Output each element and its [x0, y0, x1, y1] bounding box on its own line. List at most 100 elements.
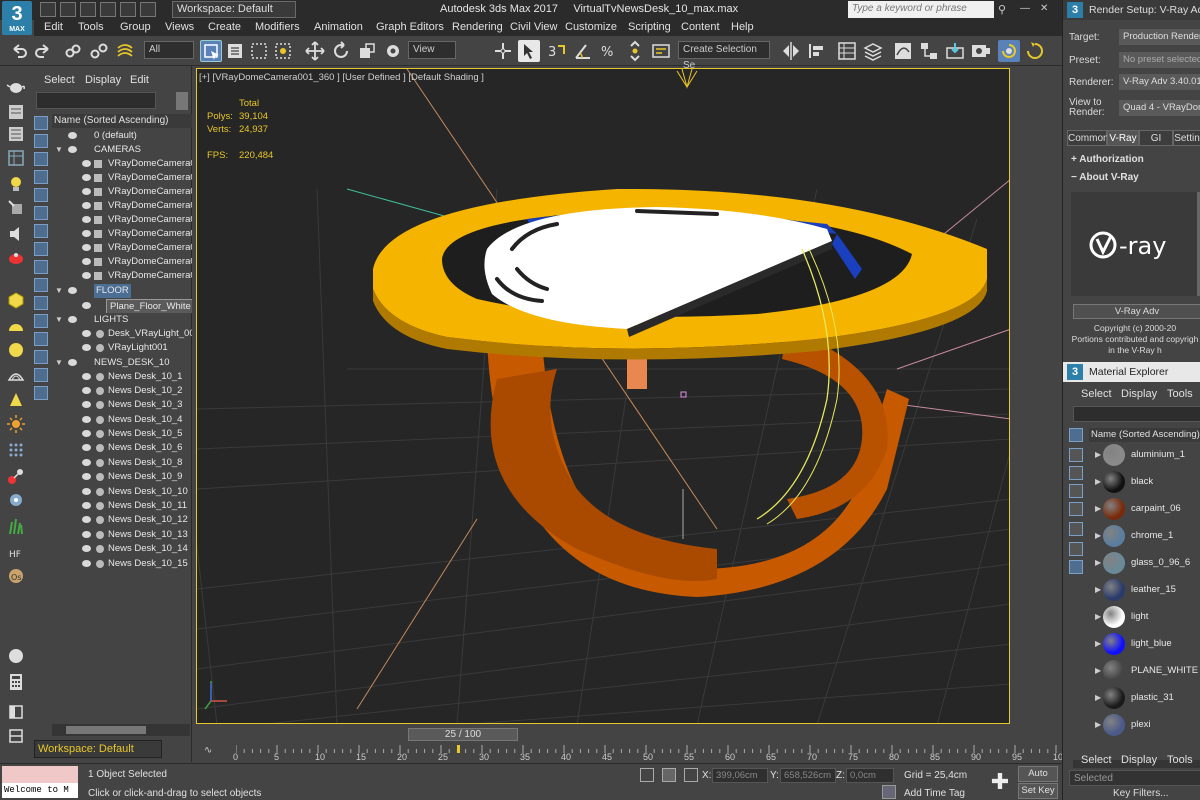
renderer-dropdown[interactable]: V-Ray Adv 3.40.01: [1119, 74, 1200, 90]
tree-row-light[interactable]: VRayLight001: [52, 341, 192, 355]
material-row[interactable]: ▶ plastic_31: [1093, 685, 1200, 711]
scene-explorer-display-menu[interactable]: Display: [85, 74, 121, 86]
menu-animation[interactable]: Animation: [314, 21, 363, 33]
key-filters-button[interactable]: Key Filters...: [1069, 788, 1200, 800]
undo-title-icon[interactable]: [100, 2, 116, 17]
reference-coordinate-dropdown[interactable]: View: [408, 41, 456, 59]
material-row[interactable]: ▶ aluminium_1: [1093, 442, 1200, 468]
tree-row-mesh[interactable]: News Desk_10_8: [52, 456, 192, 470]
maxscript-output[interactable]: Welcome to M: [2, 783, 78, 798]
selection-filter-dropdown[interactable]: All: [144, 41, 194, 59]
tree-row-camera[interactable]: VRayDomeCamera00: [52, 213, 192, 227]
search-input[interactable]: Type a keyword or phrase: [848, 1, 994, 18]
menu-civil-view[interactable]: Civil View: [510, 21, 557, 33]
project-folder-icon[interactable]: [140, 2, 156, 17]
tree-row-mesh[interactable]: News Desk_10_13: [52, 528, 192, 542]
scene-explorer-horizontal-scrollbar[interactable]: [52, 724, 190, 736]
minimize-icon[interactable]: —: [1020, 3, 1030, 14]
tab-common[interactable]: Common: [1067, 130, 1109, 146]
filter-space-warps-icon[interactable]: [34, 206, 48, 220]
x-coordinate-field[interactable]: 399,06cm: [712, 768, 768, 783]
authorization-rollout[interactable]: + Authorization: [1071, 154, 1144, 165]
hair-fur-icon[interactable]: HF: [6, 542, 26, 562]
sphere-icon[interactable]: [6, 340, 26, 360]
material-select-menu[interactable]: Select: [1081, 388, 1112, 400]
grid-dots-icon[interactable]: [6, 440, 26, 460]
scale-icon[interactable]: [356, 40, 378, 62]
display-panel-icon[interactable]: [6, 102, 26, 122]
tree-row-mesh[interactable]: News Desk_10_9: [52, 470, 192, 484]
window-crossing-icon[interactable]: [272, 40, 294, 62]
tree-row-mesh[interactable]: News Desk_10_1: [52, 370, 192, 384]
rotate-icon[interactable]: [330, 40, 352, 62]
spinner-snap-icon[interactable]: [624, 40, 646, 62]
named-selection-dropdown[interactable]: Create Selection Se: [678, 41, 770, 71]
select-object-icon[interactable]: [200, 40, 222, 62]
tree-row-mesh[interactable]: News Desk_10_5: [52, 427, 192, 441]
workspace-dropdown[interactable]: Workspace: Default: [172, 1, 296, 18]
add-time-tag-button[interactable]: Add Time Tag: [904, 788, 965, 799]
material-filter-objects-icon[interactable]: [1069, 502, 1083, 516]
tree-row-lights[interactable]: ▼ LIGHTS: [52, 313, 192, 327]
filter-frozen-icon[interactable]: [34, 296, 48, 310]
isolate-selection-icon[interactable]: [662, 768, 676, 782]
filter-groups-icon[interactable]: [34, 224, 48, 238]
filter-bones-icon[interactable]: [34, 260, 48, 274]
toggle-panel-icon[interactable]: [6, 702, 26, 722]
lock-selection-icon[interactable]: [640, 768, 654, 782]
material-row[interactable]: ▶ PLANE_WHITE: [1093, 658, 1200, 684]
angle-snap-icon[interactable]: [572, 40, 594, 62]
cone-icon[interactable]: [6, 390, 26, 410]
expand-arrow-icon[interactable]: ▶: [1095, 450, 1101, 459]
tree-row-camera[interactable]: VRayDomeCamera00: [52, 227, 192, 241]
tree-row-mesh[interactable]: News Desk_10_11: [52, 499, 192, 513]
material-row[interactable]: ▶ leather_15: [1093, 577, 1200, 603]
maxscript-listener[interactable]: [2, 766, 78, 783]
tree-row-camera[interactable]: VRayDomeCamera00: [52, 171, 192, 185]
scene-explorer-search-input[interactable]: [36, 92, 156, 109]
tree-row-mesh[interactable]: News Desk_10_4: [52, 413, 192, 427]
curve-editor-icon[interactable]: [892, 40, 914, 62]
select-by-name-icon[interactable]: [224, 40, 246, 62]
helpers-icon[interactable]: [6, 198, 26, 218]
tree-row-camera[interactable]: VRayDomeCamera00: [52, 241, 192, 255]
menu-tools[interactable]: Tools: [78, 21, 104, 33]
box-icon[interactable]: [6, 290, 26, 310]
save-file-icon[interactable]: [80, 2, 96, 17]
workspace-bottom-dropdown[interactable]: Workspace: Default: [34, 740, 162, 758]
filter-all-icon[interactable]: [34, 332, 48, 346]
material-bottom-tools-menu[interactable]: Tools: [1167, 754, 1193, 766]
material-list-header[interactable]: Name (Sorted Ascending): [1089, 428, 1200, 442]
viewport-label[interactable]: [+] [VRayDomeCamera001_360 ] [User Defin…: [199, 72, 484, 83]
toggle-scene-explorer-icon[interactable]: [836, 40, 858, 62]
tree-row-mesh[interactable]: News Desk_10_15: [52, 557, 192, 571]
new-file-icon[interactable]: [40, 2, 56, 17]
tree-row-mesh[interactable]: News Desk_10_10: [52, 485, 192, 499]
snaps-toggle-icon[interactable]: 3: [546, 40, 568, 62]
modify-panel-icon[interactable]: [6, 124, 26, 144]
material-explorer-title[interactable]: Material Explorer: [1063, 362, 1200, 382]
material-view-list-icon[interactable]: [1069, 428, 1083, 442]
tree-row-cameras[interactable]: ▼ CAMERAS: [52, 143, 192, 157]
time-tag-icon[interactable]: [882, 785, 896, 799]
filter-shapes-icon[interactable]: [34, 134, 48, 148]
tab-vray[interactable]: V-Ray: [1107, 130, 1139, 146]
tree-row-news-desk-layer[interactable]: ▼ NEWS_DESK_10: [52, 356, 192, 370]
filter-helpers-icon[interactable]: [34, 188, 48, 202]
pivot-center-icon[interactable]: [492, 40, 514, 62]
unlink-icon[interactable]: [88, 40, 110, 62]
target-dropdown[interactable]: Production Renderin: [1119, 29, 1200, 45]
material-row[interactable]: ▶ light: [1093, 604, 1200, 630]
material-row[interactable]: ▶ plexi: [1093, 712, 1200, 738]
bind-space-warp-icon[interactable]: [114, 40, 136, 62]
time-slider[interactable]: 25 / 100: [408, 728, 518, 741]
absolute-mode-icon[interactable]: [684, 768, 698, 782]
grass-icon[interactable]: [6, 516, 26, 536]
filter-cameras-icon[interactable]: [34, 170, 48, 184]
menu-help[interactable]: Help: [731, 21, 754, 33]
vray-version-button[interactable]: V-Ray Adv: [1073, 304, 1200, 319]
teapot-icon[interactable]: [6, 76, 26, 96]
filter-invert-icon[interactable]: [34, 368, 48, 382]
material-filter-checker-icon[interactable]: [1069, 466, 1083, 480]
mirror-icon[interactable]: [780, 40, 802, 62]
